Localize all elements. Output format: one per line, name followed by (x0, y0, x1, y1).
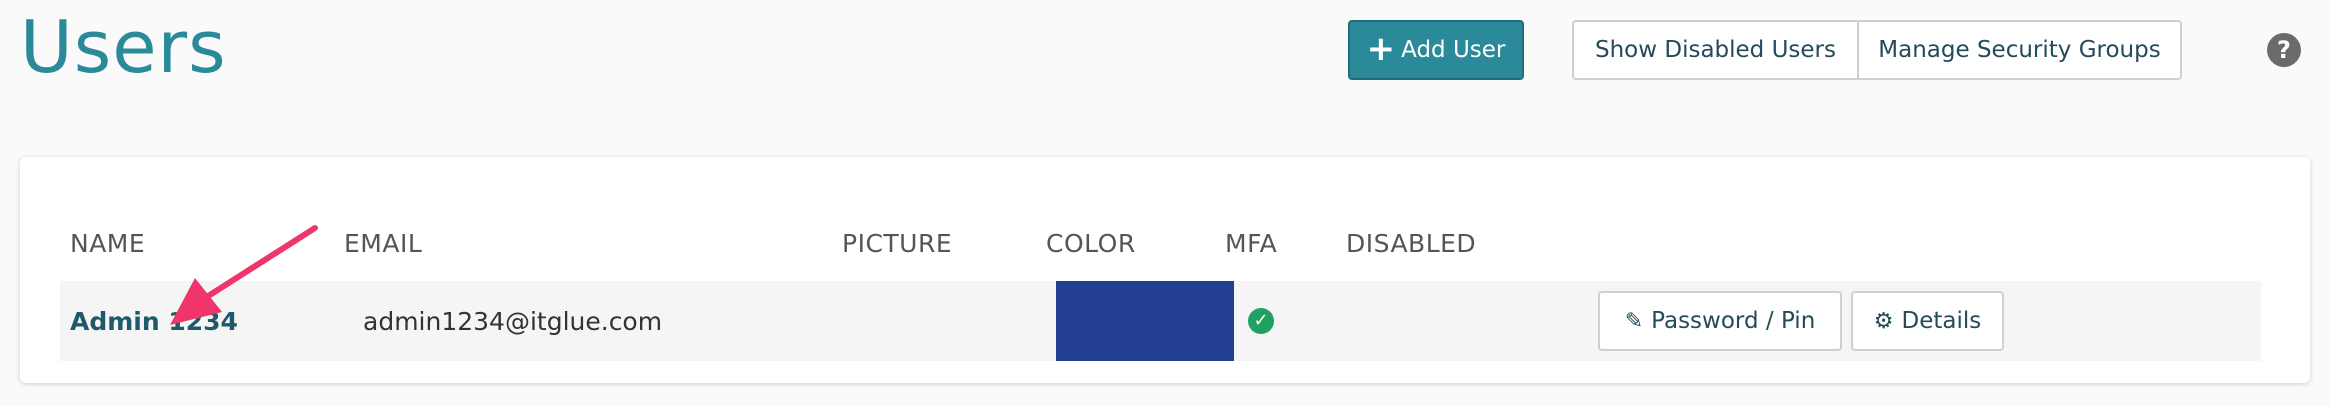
details-label: Details (1901, 308, 1982, 334)
column-header-name: NAME (70, 229, 146, 258)
column-header-disabled: DISABLED (1346, 229, 1477, 258)
show-disabled-users-button[interactable]: Show Disabled Users (1574, 22, 1857, 78)
user-color-cell (1056, 281, 1234, 361)
column-header-picture: PICTURE (842, 229, 953, 258)
column-header-email: EMAIL (344, 229, 423, 258)
password-pin-label: Password / Pin (1651, 308, 1816, 334)
check-circle-icon: ✓ (1248, 308, 1274, 334)
color-swatch (1056, 281, 1234, 361)
gear-icon: ⚙ (1873, 308, 1894, 334)
page-title: Users (20, 5, 227, 89)
pencil-icon: ✎ (1624, 308, 1644, 334)
user-email: admin1234@itglue.com (363, 306, 663, 336)
user-actions-button-group: Show Disabled Users Manage Security Grou… (1572, 20, 2182, 80)
users-table-card: NAME EMAIL PICTURE COLOR MFA DISABLED Ad… (20, 157, 2310, 383)
plus-icon: + (1366, 28, 1396, 69)
table-row: Admin 1234 admin1234@itglue.com ✓ ✎ Pass… (60, 281, 2261, 361)
question-circle-icon[interactable]: ? (2267, 33, 2301, 67)
user-name-link[interactable]: Admin 1234 (70, 281, 238, 361)
details-button[interactable]: ⚙ Details (1851, 291, 2004, 351)
mfa-cell: ✓ (1248, 281, 1274, 361)
add-user-label: Add User (1401, 37, 1506, 63)
column-header-color: COLOR (1046, 229, 1136, 258)
users-page: Users + Add User Show Disabled Users Man… (0, 0, 2330, 406)
manage-security-groups-button[interactable]: Manage Security Groups (1857, 22, 2180, 78)
password-pin-button[interactable]: ✎ Password / Pin (1598, 291, 1842, 351)
add-user-button[interactable]: + Add User (1348, 20, 1524, 80)
column-header-mfa: MFA (1225, 229, 1278, 258)
